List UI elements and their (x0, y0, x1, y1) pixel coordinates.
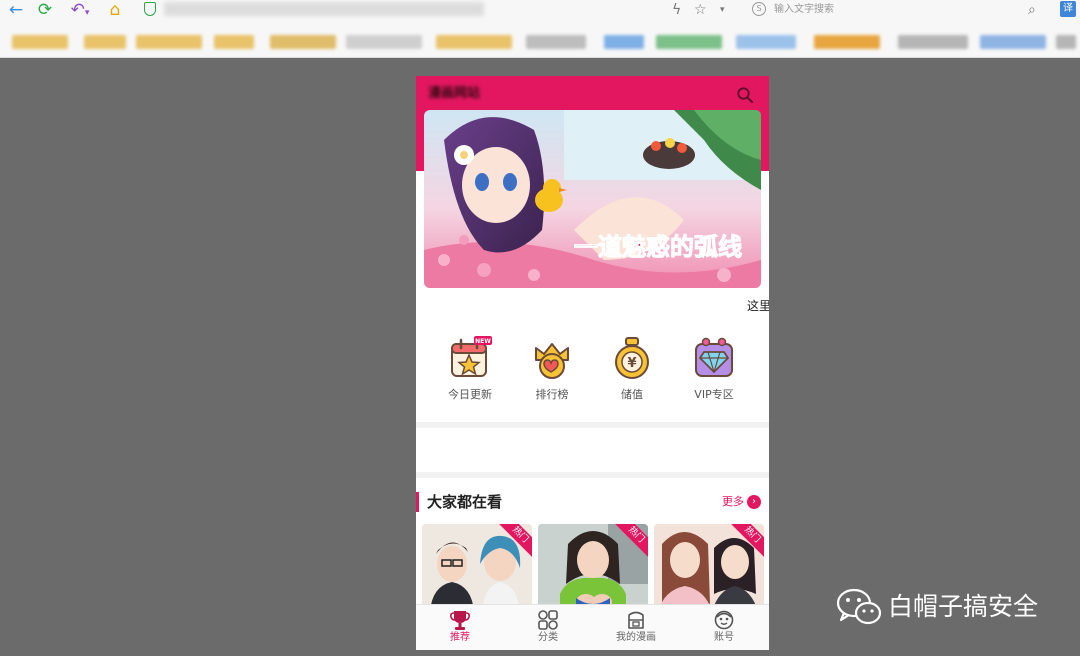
feature-vip[interactable]: VIP专区 (674, 336, 754, 416)
watermark-text: 白帽子搞安全 (888, 592, 1039, 621)
bottom-nav: 推荐 分类 我的漫画 账号 (416, 604, 769, 650)
comic-card-list: 热门 热门 热门 (422, 524, 765, 614)
grid-icon (538, 610, 558, 630)
browser-toolbar: ← ⟳ ↶▾ ⌂ ϟ ☆ ▾ S 输入文字搜索 ⌕ 译 (0, 0, 1080, 58)
search-icon[interactable] (736, 86, 754, 104)
bookmark-item[interactable] (84, 35, 126, 49)
search-placeholder: 输入文字搜索 (774, 4, 834, 15)
yuan-symbol: ¥ (627, 356, 636, 371)
reload-icon[interactable]: ⟳ (34, 0, 56, 20)
translate-button[interactable]: 译 (1060, 1, 1076, 17)
section-header: 大家都在看 更多 › (416, 490, 769, 514)
comic-card[interactable]: 热门 (422, 524, 532, 612)
more-label: 更多 (722, 495, 744, 508)
calendar-star-icon: NEW (451, 336, 492, 377)
feature-grid: NEW 今日更新 排行榜 ¥ 储值 VIP专区 (416, 328, 769, 418)
feature-label: 储值 (621, 388, 643, 401)
nav-label: 账号 (714, 632, 734, 643)
lightning-icon[interactable]: ϟ (672, 0, 681, 20)
browser-search-box[interactable]: S 输入文字搜索 ⌕ (748, 0, 1048, 20)
nav-label: 我的漫画 (616, 632, 656, 643)
more-link[interactable]: 更多 › (722, 494, 761, 510)
star-icon[interactable]: ☆ (694, 0, 707, 20)
nav-label: 分类 (538, 632, 558, 643)
bookmark-item[interactable] (1056, 35, 1076, 49)
feature-label: 今日更新 (448, 388, 492, 401)
trophy-icon (450, 611, 470, 630)
diamond-gift-icon (695, 337, 733, 377)
nav-label: 推荐 (450, 632, 470, 643)
mobile-page: 漫画网站 一道魅惑的弧线 这里 NEW 今日更新 排行榜 ¥ 储值 VIP专区 … (416, 76, 769, 650)
wechat-watermark: 白帽子搞安全 (836, 585, 1076, 629)
url-text (164, 2, 484, 16)
arrow-right-icon: › (747, 495, 761, 509)
bookmark-item[interactable] (898, 35, 968, 49)
book-box-icon (628, 611, 644, 629)
feature-recharge[interactable]: ¥ 储值 (592, 336, 672, 416)
feature-today-update[interactable]: NEW 今日更新 (430, 336, 510, 416)
back-icon[interactable]: ← (6, 0, 26, 20)
feature-label: 排行榜 (535, 388, 569, 401)
comic-card[interactable]: 热门 (654, 524, 764, 612)
section-divider (416, 472, 769, 478)
bookmark-item[interactable] (526, 35, 586, 49)
bookmarks-bar (0, 30, 1080, 54)
site-title[interactable]: 漫画网站 (428, 85, 480, 103)
browser-nav-row: ← ⟳ ↶▾ ⌂ ϟ ☆ ▾ S 输入文字搜索 ⌕ 译 (0, 0, 1080, 22)
bookmark-item[interactable] (736, 35, 796, 49)
coin-bag-icon: ¥ (615, 337, 649, 379)
bookmark-item[interactable] (604, 35, 644, 49)
new-badge: NEW (475, 338, 491, 345)
wechat-icon (836, 588, 882, 625)
feature-ranking[interactable]: 排行榜 (512, 336, 592, 416)
banner-carousel[interactable]: 一道魅惑的弧线 (424, 110, 761, 288)
bookmark-item[interactable] (136, 35, 202, 49)
bookmark-item[interactable] (214, 35, 254, 49)
section-title: 大家都在看 (427, 493, 503, 511)
nav-tab-recommend[interactable]: 推荐 (416, 609, 504, 649)
bookmark-item[interactable] (270, 35, 336, 49)
search-icon[interactable]: ⌕ (1028, 0, 1036, 20)
banner-image[interactable]: 一道魅惑的弧线 (424, 110, 761, 288)
nav-tab-my-comics[interactable]: 我的漫画 (592, 609, 680, 649)
nav-tab-account[interactable]: 账号 (680, 609, 768, 649)
home-icon[interactable]: ⌂ (104, 0, 126, 20)
address-bar[interactable]: ϟ ☆ ▾ (138, 0, 738, 20)
crown-hearts-icon (535, 343, 569, 379)
bookmark-item[interactable] (346, 35, 422, 49)
nav-tab-category[interactable]: 分类 (504, 609, 592, 649)
bookmark-item[interactable] (656, 35, 722, 49)
banner-slogan: 一道魅惑的弧线 (574, 233, 742, 261)
user-face-icon (714, 610, 734, 630)
section-divider (416, 422, 769, 428)
chevron-down-icon[interactable]: ▾ (720, 0, 725, 20)
bookmark-item[interactable] (980, 35, 1046, 49)
undo-icon[interactable]: ↶▾ (66, 0, 94, 20)
search-engine-icon[interactable]: S (752, 2, 766, 16)
bookmark-item[interactable] (436, 35, 512, 49)
section-accent-bar (416, 492, 419, 512)
banner-caption: 这里 (746, 299, 769, 313)
bookmark-item[interactable] (12, 35, 68, 49)
comic-card[interactable]: 热门 (538, 524, 648, 612)
bookmark-item[interactable] (814, 35, 880, 49)
feature-label: VIP专区 (694, 388, 734, 401)
shield-icon (144, 2, 156, 16)
